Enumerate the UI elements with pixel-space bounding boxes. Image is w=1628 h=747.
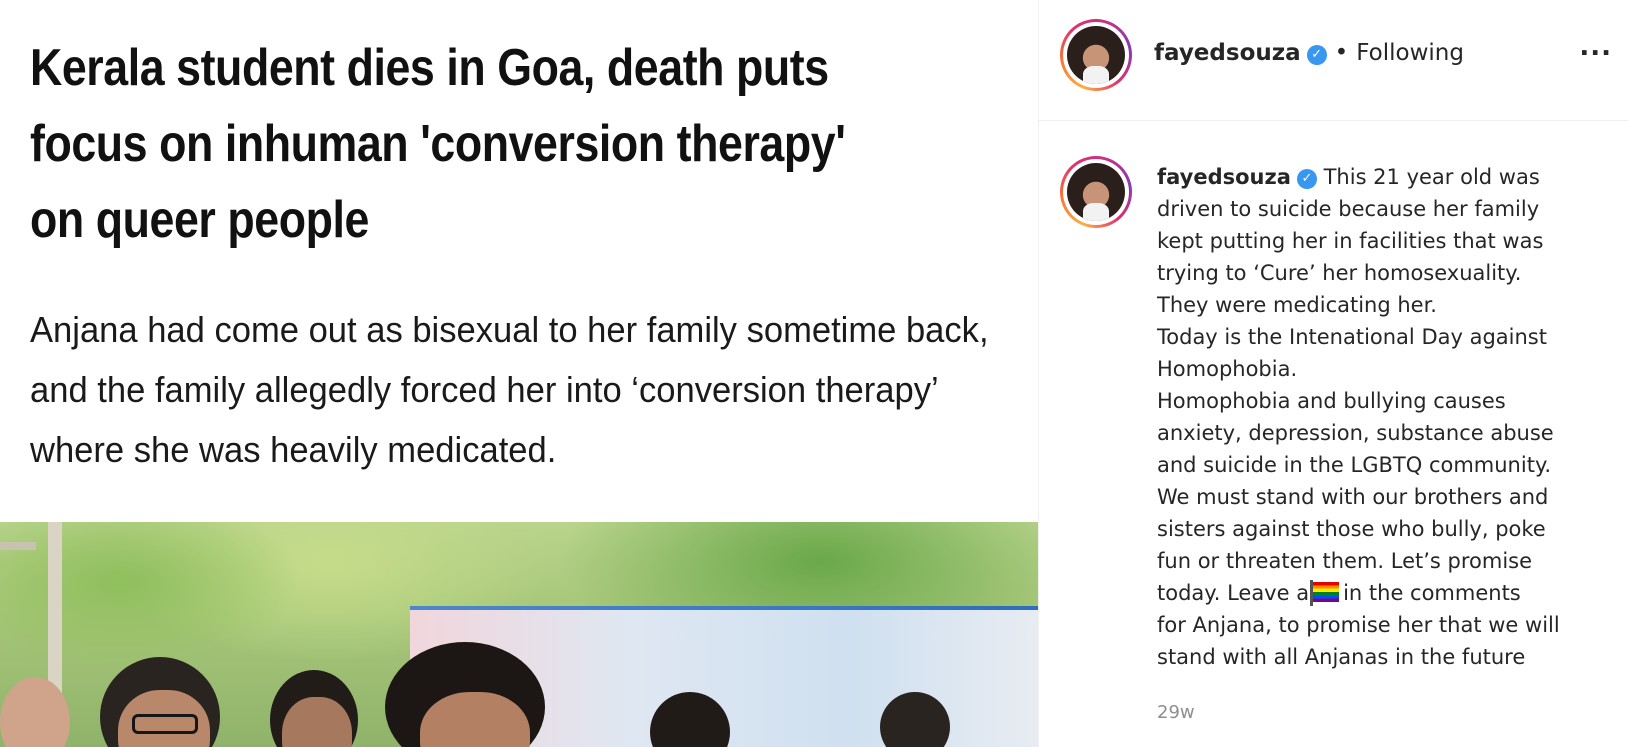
caption-text-line: trying to ‘Cure’ her homosexuality. bbox=[1157, 261, 1522, 285]
post-header: fayedsouza ✓ • Following ... bbox=[1039, 0, 1628, 121]
caption-text-line: This 21 year old was bbox=[1323, 165, 1540, 189]
photo-glasses bbox=[132, 714, 198, 734]
caption-author-avatar[interactable] bbox=[1060, 156, 1132, 228]
article-summary: Anjana had come out as bisexual to her f… bbox=[30, 309, 989, 470]
verified-badge-icon: ✓ bbox=[1296, 169, 1317, 189]
caption-text-line: driven to suicide because her family bbox=[1157, 197, 1540, 221]
caption-username[interactable]: fayedsouza bbox=[1157, 165, 1291, 189]
caption-text-line: sisters against those who bully, poke bbox=[1157, 517, 1546, 541]
caption-text-line: fun or threaten them. Let’s promise bbox=[1157, 549, 1533, 573]
separator-dot: • bbox=[1334, 40, 1349, 66]
caption-text-line: Homophobia and bullying causes bbox=[1157, 389, 1506, 413]
post-image[interactable]: Kerala student dies in Goa, death puts f… bbox=[0, 0, 1038, 747]
post-side-panel: fayedsouza ✓ • Following ... fayedsouza ✓ T… bbox=[1039, 0, 1628, 747]
article-headline: Kerala student dies in Goa, death puts f… bbox=[30, 39, 846, 249]
article-photo bbox=[0, 522, 1038, 747]
more-options-icon[interactable]: ... bbox=[1579, 32, 1612, 62]
caption-text-line: They were medicating her. bbox=[1157, 293, 1437, 317]
caption-text-line: stand with all Anjanas in the future bbox=[1157, 645, 1526, 669]
caption-text-line: kept putting her in facilities that was bbox=[1157, 229, 1544, 253]
caption-text-line: and suicide in the LGBTQ community. bbox=[1157, 453, 1552, 477]
avatar-photo bbox=[1067, 26, 1125, 84]
photo-bar bbox=[0, 542, 36, 550]
author-username[interactable]: fayedsouza bbox=[1154, 40, 1301, 66]
post-timestamp[interactable]: 29w bbox=[1157, 702, 1195, 723]
author-username-row: fayedsouza ✓ • Following bbox=[1154, 40, 1464, 66]
following-button[interactable]: Following bbox=[1356, 40, 1464, 66]
caption-text-line: today. Leave a bbox=[1157, 581, 1310, 605]
verified-badge-icon: ✓ bbox=[1306, 45, 1327, 65]
caption-text-line: Today is the Intenational Day against bbox=[1157, 325, 1547, 349]
author-avatar[interactable] bbox=[1060, 19, 1132, 91]
caption-text-line: Homophobia. bbox=[1157, 357, 1298, 381]
rainbow-flag-icon bbox=[1310, 580, 1340, 606]
caption-text-line: in the comments bbox=[1343, 581, 1521, 605]
post-caption: fayedsouza ✓ This 21 year old was driven … bbox=[1157, 161, 1597, 673]
caption-text-line: for Anjana, to promise her that we will bbox=[1157, 613, 1560, 637]
avatar-photo bbox=[1067, 163, 1125, 221]
caption-text-line: anxiety, depression, substance abuse bbox=[1157, 421, 1554, 445]
caption-text-line: We must stand with our brothers and bbox=[1157, 485, 1549, 509]
